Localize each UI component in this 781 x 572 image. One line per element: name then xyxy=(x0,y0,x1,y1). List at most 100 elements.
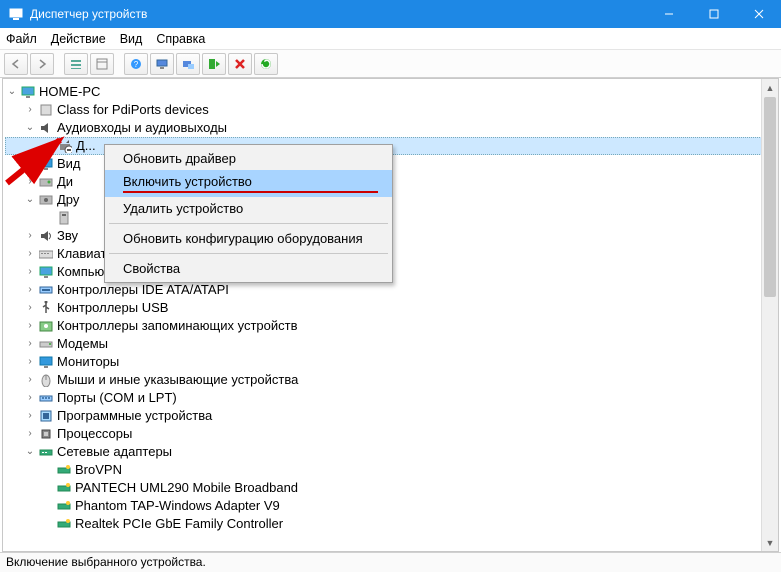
toolbar-refresh-icon[interactable] xyxy=(254,53,278,75)
expand-icon[interactable]: › xyxy=(23,227,37,245)
sound-icon xyxy=(37,228,55,244)
tree-node-label: Программные устройства xyxy=(57,407,212,425)
expand-icon[interactable]: › xyxy=(23,173,37,191)
tree-node-label: Контроллеры запоминающих устройств xyxy=(57,317,297,335)
toolbar-properties-icon[interactable] xyxy=(90,53,114,75)
software-icon xyxy=(37,408,55,424)
expand-icon[interactable]: › xyxy=(23,299,37,317)
monitor-icon xyxy=(37,354,55,370)
tree-node[interactable]: › Контроллеры USB xyxy=(5,299,776,317)
tree-node[interactable]: ⌄ HOME-PC xyxy=(5,83,776,101)
vertical-scrollbar[interactable]: ▲ ▼ xyxy=(761,79,778,551)
disk-icon xyxy=(37,174,55,190)
tree-node[interactable]: Phantom TAP-Windows Adapter V9 xyxy=(5,497,776,515)
titlebar: Диспетчер устройств xyxy=(0,0,781,28)
toolbar: ? xyxy=(0,50,781,78)
ctx-separator xyxy=(109,223,388,224)
toolbar-help-icon[interactable]: ? xyxy=(124,53,148,75)
tree-node-label: Процессоры xyxy=(57,425,132,443)
tree-node-label: Дру xyxy=(57,191,79,209)
tree-node[interactable]: Realtek PCIe GbE Family Controller xyxy=(5,515,776,533)
expand-icon[interactable]: › xyxy=(23,317,37,335)
expand-icon[interactable]: › xyxy=(23,263,37,281)
tree-node[interactable]: BroVPN xyxy=(5,461,776,479)
expand-icon[interactable]: ⌄ xyxy=(23,119,37,137)
expand-icon[interactable]: ⌄ xyxy=(23,443,37,461)
ctx-scan-hardware[interactable]: Обновить конфигурацию оборудования xyxy=(105,227,392,250)
generic-icon xyxy=(37,102,55,118)
tree-node-label: BroVPN xyxy=(75,461,122,479)
tree-node-label: Зву xyxy=(57,227,78,245)
computer-icon xyxy=(37,264,55,280)
tree-node-label: HOME-PC xyxy=(39,83,100,101)
expand-icon[interactable]: › xyxy=(23,281,37,299)
statusbar: Включение выбранного устройства. xyxy=(0,552,781,572)
tree-node-label: Контроллеры USB xyxy=(57,299,168,317)
tree-node-label: Мыши и иные указывающие устройства xyxy=(57,371,298,389)
ctx-remove-device[interactable]: Удалить устройство xyxy=(105,197,392,220)
expand-icon[interactable]: › xyxy=(23,389,37,407)
other-icon xyxy=(37,192,55,208)
tree-node[interactable]: › Процессоры xyxy=(5,425,776,443)
tree-node-label: PANTECH UML290 Mobile Broadband xyxy=(75,479,298,497)
toolbar-enable-icon[interactable] xyxy=(202,53,226,75)
menu-action[interactable]: Действие xyxy=(51,32,106,46)
tree-node[interactable]: › Мыши и иные указывающие устройства xyxy=(5,371,776,389)
toolbar-forward-icon[interactable] xyxy=(30,53,54,75)
expand-icon[interactable]: › xyxy=(23,407,37,425)
close-button[interactable] xyxy=(736,0,781,28)
tree-node[interactable]: ›Class for PdiPorts devices xyxy=(5,101,776,119)
expand-icon[interactable]: › xyxy=(23,155,37,173)
toolbar-back-icon[interactable] xyxy=(4,53,28,75)
maximize-button[interactable] xyxy=(691,0,736,28)
toolbar-computer-icon[interactable] xyxy=(150,53,174,75)
scroll-up-icon[interactable]: ▲ xyxy=(762,79,778,96)
audio-icon xyxy=(37,120,55,136)
tree-node-label: Порты (COM и LPT) xyxy=(57,389,177,407)
tree-node[interactable]: PANTECH UML290 Mobile Broadband xyxy=(5,479,776,497)
expand-icon[interactable]: ⌄ xyxy=(23,191,37,209)
expand-icon[interactable]: ⌄ xyxy=(5,83,19,101)
cpu-icon xyxy=(37,426,55,442)
menu-help[interactable]: Справка xyxy=(156,32,205,46)
scroll-down-icon[interactable]: ▼ xyxy=(762,534,778,551)
mouse-icon xyxy=(37,372,55,388)
tree-node[interactable]: ›Модемы xyxy=(5,335,776,353)
tree-node[interactable]: ›Контроллеры IDE ATA/ATAPI xyxy=(5,281,776,299)
disabled-device-icon xyxy=(56,138,74,154)
window-title: Диспетчер устройств xyxy=(30,7,646,21)
minimize-button[interactable] xyxy=(646,0,691,28)
ctx-properties[interactable]: Свойства xyxy=(105,257,392,280)
tree-node[interactable]: › Порты (COM и LPT) xyxy=(5,389,776,407)
expand-icon[interactable]: › xyxy=(23,353,37,371)
tree-node[interactable]: ›Мониторы xyxy=(5,353,776,371)
net-adapter-icon xyxy=(55,462,73,478)
port-icon xyxy=(37,390,55,406)
net-adapter-icon xyxy=(55,480,73,496)
tree-node[interactable]: ⌄Аудиовходы и аудиовыходы xyxy=(5,119,776,137)
toolbar-scan-icon[interactable] xyxy=(176,53,200,75)
ctx-update-driver[interactable]: Обновить драйвер xyxy=(105,147,392,170)
tree-node[interactable]: ⌄Сетевые адаптеры xyxy=(5,443,776,461)
tree-node-label: Ди xyxy=(57,173,73,191)
expand-icon[interactable]: › xyxy=(23,335,37,353)
tree-node[interactable]: › Контроллеры запоминающих устройств xyxy=(5,317,776,335)
scroll-thumb[interactable] xyxy=(764,97,776,297)
network-icon xyxy=(37,444,55,460)
ctx-enable-device[interactable]: Включить устройство xyxy=(105,170,392,197)
usb-icon xyxy=(37,300,55,316)
keyboard-icon xyxy=(37,246,55,262)
tree-node-label: Realtek PCIe GbE Family Controller xyxy=(75,515,283,533)
toolbar-delete-icon[interactable] xyxy=(228,53,252,75)
expand-icon[interactable]: › xyxy=(23,101,37,119)
status-text: Включение выбранного устройства. xyxy=(6,555,206,569)
menu-file[interactable]: Файл xyxy=(6,32,37,46)
usb-device-icon xyxy=(55,210,73,226)
expand-icon[interactable]: › xyxy=(23,245,37,263)
net-adapter-icon xyxy=(55,516,73,532)
expand-icon[interactable]: › xyxy=(23,371,37,389)
expand-icon[interactable]: › xyxy=(23,425,37,443)
tree-node[interactable]: › Программные устройства xyxy=(5,407,776,425)
menu-view[interactable]: Вид xyxy=(120,32,143,46)
toolbar-details-icon[interactable] xyxy=(64,53,88,75)
